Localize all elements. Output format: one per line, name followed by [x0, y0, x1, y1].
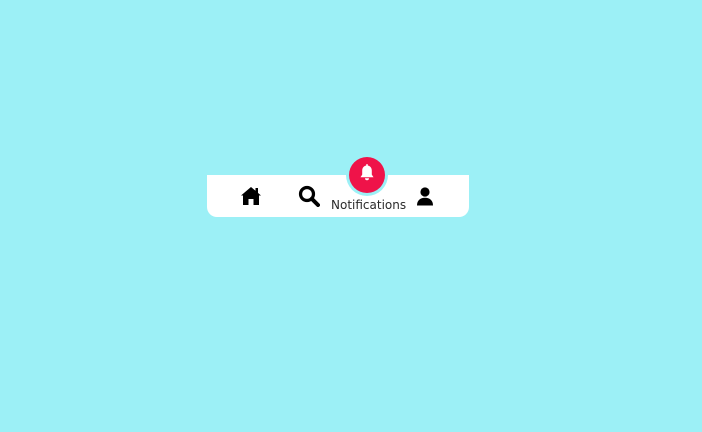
- nav-item-home[interactable]: [237, 175, 265, 217]
- active-indicator[interactable]: [346, 154, 388, 196]
- nav-item-profile[interactable]: [411, 175, 439, 217]
- search-icon: [298, 185, 320, 207]
- notifications-label: Notifications: [331, 198, 407, 212]
- active-indicator-circle: [349, 157, 385, 193]
- bell-icon: [359, 164, 375, 186]
- page-background: Notifications: [0, 0, 702, 432]
- nav-item-search[interactable]: [295, 175, 323, 217]
- bottom-navigation-bar: Notifications: [207, 154, 469, 217]
- user-icon: [416, 186, 434, 206]
- home-icon: [240, 186, 262, 206]
